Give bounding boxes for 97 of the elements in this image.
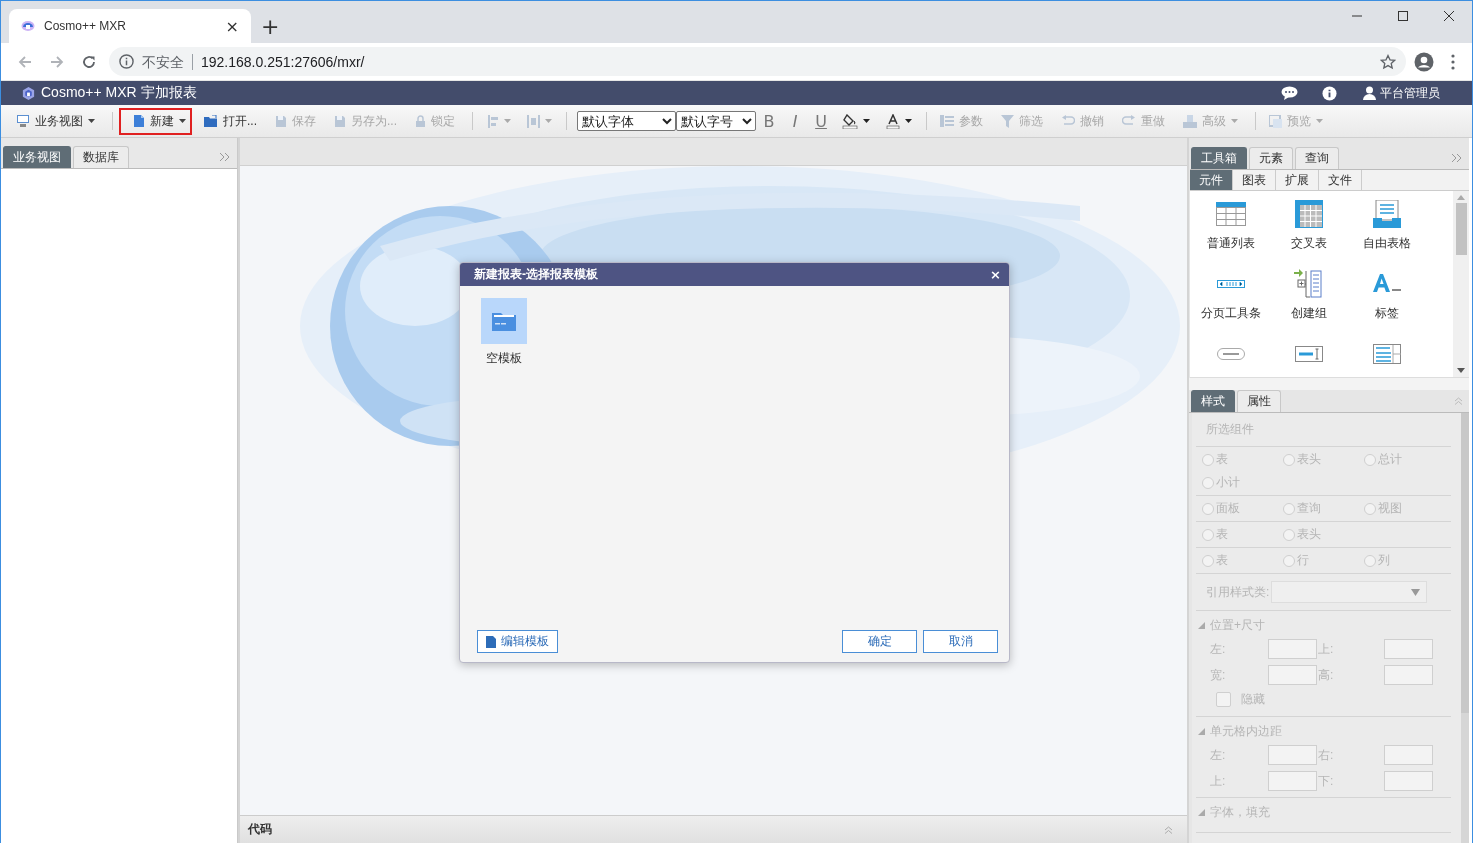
document-icon — [486, 635, 496, 648]
panel-tab[interactable]: 查询 — [1295, 147, 1339, 169]
align-icon — [487, 114, 500, 128]
close-tab-button[interactable]: × — [223, 16, 241, 36]
caret-icon — [88, 119, 95, 123]
group-icon — [1294, 269, 1324, 299]
preview-icon — [1269, 114, 1283, 128]
view-icon — [16, 114, 30, 128]
sub-tab[interactable]: 图表 — [1233, 170, 1276, 190]
save-icon — [275, 114, 287, 128]
fill-color-icon — [842, 113, 859, 129]
italic-button[interactable]: I — [782, 111, 809, 131]
template-item[interactable]: 空模板 — [481, 298, 527, 367]
toolbox-item[interactable]: 分页工具条 — [1192, 269, 1270, 339]
site-logo-icon — [21, 19, 35, 33]
font-size-select[interactable]: 默认字号 — [676, 111, 757, 131]
filter-icon — [1001, 114, 1015, 128]
sub-tab[interactable]: 扩展 — [1276, 170, 1319, 190]
dialog-button[interactable]: 取消 — [923, 630, 998, 653]
info-icon[interactable] — [119, 54, 134, 69]
url-text: 192.168.0.251:27606/mxr/ — [201, 53, 365, 70]
caret-icon — [905, 119, 913, 123]
bold-button[interactable]: B — [756, 111, 783, 131]
underline-button[interactable]: U — [808, 111, 835, 131]
toolbar-button[interactable]: 打开... — [196, 107, 264, 135]
reload-icon[interactable] — [81, 53, 97, 70]
scrollbar-thumb[interactable] — [1455, 203, 1467, 255]
font-color-icon — [886, 113, 901, 129]
menu-icon[interactable] — [1451, 53, 1455, 70]
lock-icon — [415, 115, 427, 127]
toolbar-button[interactable]: 业务视图 — [9, 107, 102, 135]
code-panel-title: 代码 — [248, 821, 272, 838]
panel-tab[interactable]: 工具箱 — [1191, 147, 1247, 169]
sub-tab[interactable]: 文件 — [1319, 170, 1362, 190]
chat-icon[interactable] — [1280, 86, 1298, 100]
caret-icon — [1316, 119, 1324, 123]
caret-icon — [504, 119, 512, 123]
expand-icon[interactable] — [1451, 153, 1463, 163]
label-icon — [1373, 274, 1401, 294]
tab-title: Cosmo++ MXR — [44, 19, 128, 33]
dialog-button[interactable]: 确定 — [842, 630, 917, 653]
close-button[interactable]: × — [988, 267, 1003, 282]
template-tile[interactable] — [481, 298, 527, 344]
caret-icon — [1411, 588, 1421, 596]
app-title: Cosmo++ MXR 宇加报表 — [41, 84, 197, 102]
font-family-select[interactable]: 默认字体 — [577, 111, 677, 131]
toolbox-item[interactable]: 创建组 — [1270, 269, 1348, 339]
new-tab-button[interactable]: + — [259, 14, 282, 39]
address-bar[interactable]: 不安全 192.168.0.251:27606/mxr/ — [109, 47, 1406, 76]
text-field-icon[interactable] — [1295, 346, 1323, 362]
profile-icon[interactable] — [1414, 51, 1434, 72]
sub-tab[interactable]: 元件 — [1190, 170, 1233, 190]
scroll-up-icon[interactable] — [1457, 195, 1465, 200]
distribute-icon — [527, 114, 541, 128]
grid-icon — [1295, 200, 1323, 228]
collapse-icon[interactable] — [1454, 397, 1463, 405]
toolbar-button[interactable]: 新建 — [119, 107, 192, 135]
pager-icon — [1217, 280, 1245, 288]
folder-icon — [492, 311, 516, 331]
table-icon — [1216, 202, 1246, 226]
redo-icon — [1122, 115, 1137, 127]
security-label: 不安全 — [142, 53, 193, 70]
scrollbar-thumb[interactable] — [1461, 413, 1469, 713]
form-icon — [1373, 200, 1401, 228]
scroll-down-icon[interactable] — [1457, 368, 1465, 373]
user-icon — [1363, 86, 1376, 100]
document-icon — [133, 114, 145, 128]
panel-tab[interactable]: 业务视图 — [3, 146, 71, 168]
splitter[interactable] — [1189, 378, 1469, 390]
text-area-icon[interactable] — [1373, 344, 1401, 364]
forward-icon[interactable] — [49, 53, 65, 70]
list-icon — [940, 115, 955, 127]
info-icon[interactable] — [1321, 85, 1337, 101]
caret-icon — [863, 119, 871, 123]
undo-icon — [1061, 115, 1076, 127]
star-icon[interactable] — [1380, 53, 1396, 70]
save-icon — [334, 114, 346, 128]
edit-template-button[interactable]: 编辑模板 — [477, 630, 558, 653]
collapse-icon[interactable] — [1164, 825, 1173, 834]
tray-icon — [1183, 114, 1198, 128]
panel-tab[interactable]: 元素 — [1249, 147, 1293, 169]
caret-icon — [179, 119, 186, 123]
folder-icon — [203, 114, 218, 128]
dialog-title: 新建报表-选择报表模板 — [474, 266, 598, 283]
toolbox-item[interactable]: 自由表格 — [1348, 199, 1426, 269]
toolbox-item[interactable]: 普通列表 — [1192, 199, 1270, 269]
caret-icon — [545, 119, 553, 123]
submit-button-icon[interactable] — [1217, 348, 1245, 360]
user-name[interactable]: 平台管理员 — [1380, 84, 1440, 102]
caret-icon — [1231, 119, 1239, 123]
back-icon[interactable] — [17, 53, 33, 70]
toolbox-item[interactable]: 交叉表 — [1270, 199, 1348, 269]
toolbox-item[interactable]: 标签 — [1348, 269, 1426, 339]
browser-tab[interactable]: Cosmo++ MXR × — [9, 9, 251, 43]
expand-icon[interactable] — [219, 152, 231, 162]
app-logo-icon — [21, 85, 36, 101]
panel-tab[interactable]: 数据库 — [73, 146, 129, 168]
